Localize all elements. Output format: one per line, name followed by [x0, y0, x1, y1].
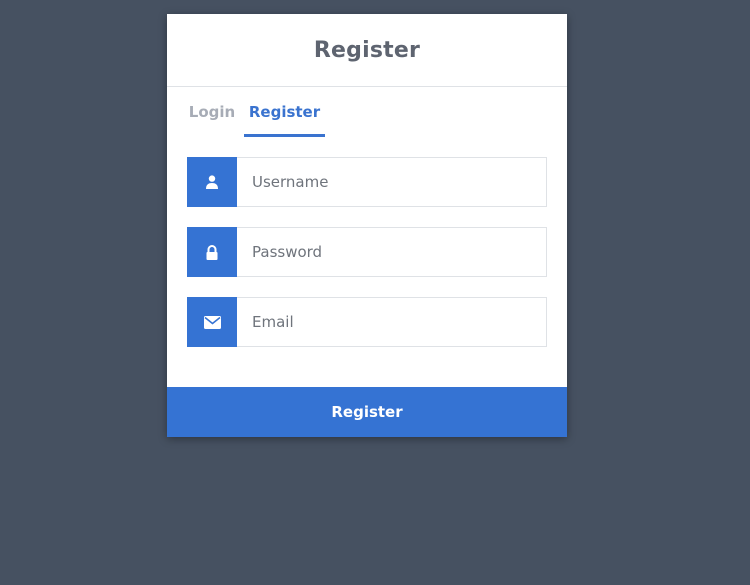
password-field [187, 227, 547, 277]
username-input[interactable] [237, 157, 547, 207]
register-card: Register Login Register Username Email R… [167, 14, 567, 437]
active-tab-indicator [244, 134, 325, 137]
register-button[interactable]: Register [167, 387, 567, 437]
tab-register-label: Register [248, 103, 321, 121]
username-field [187, 157, 547, 207]
envelope-icon [187, 297, 237, 347]
password-input[interactable] [237, 227, 547, 277]
user-icon [187, 157, 237, 207]
email-input[interactable] [237, 297, 547, 347]
card-header: Register [167, 14, 567, 87]
tab-register[interactable]: Register [244, 87, 325, 137]
auth-tabs: Login Register [167, 87, 567, 137]
page-title: Register [313, 37, 421, 63]
email-field [187, 297, 547, 347]
lock-icon [187, 227, 237, 277]
tab-login[interactable]: Login [182, 87, 242, 137]
